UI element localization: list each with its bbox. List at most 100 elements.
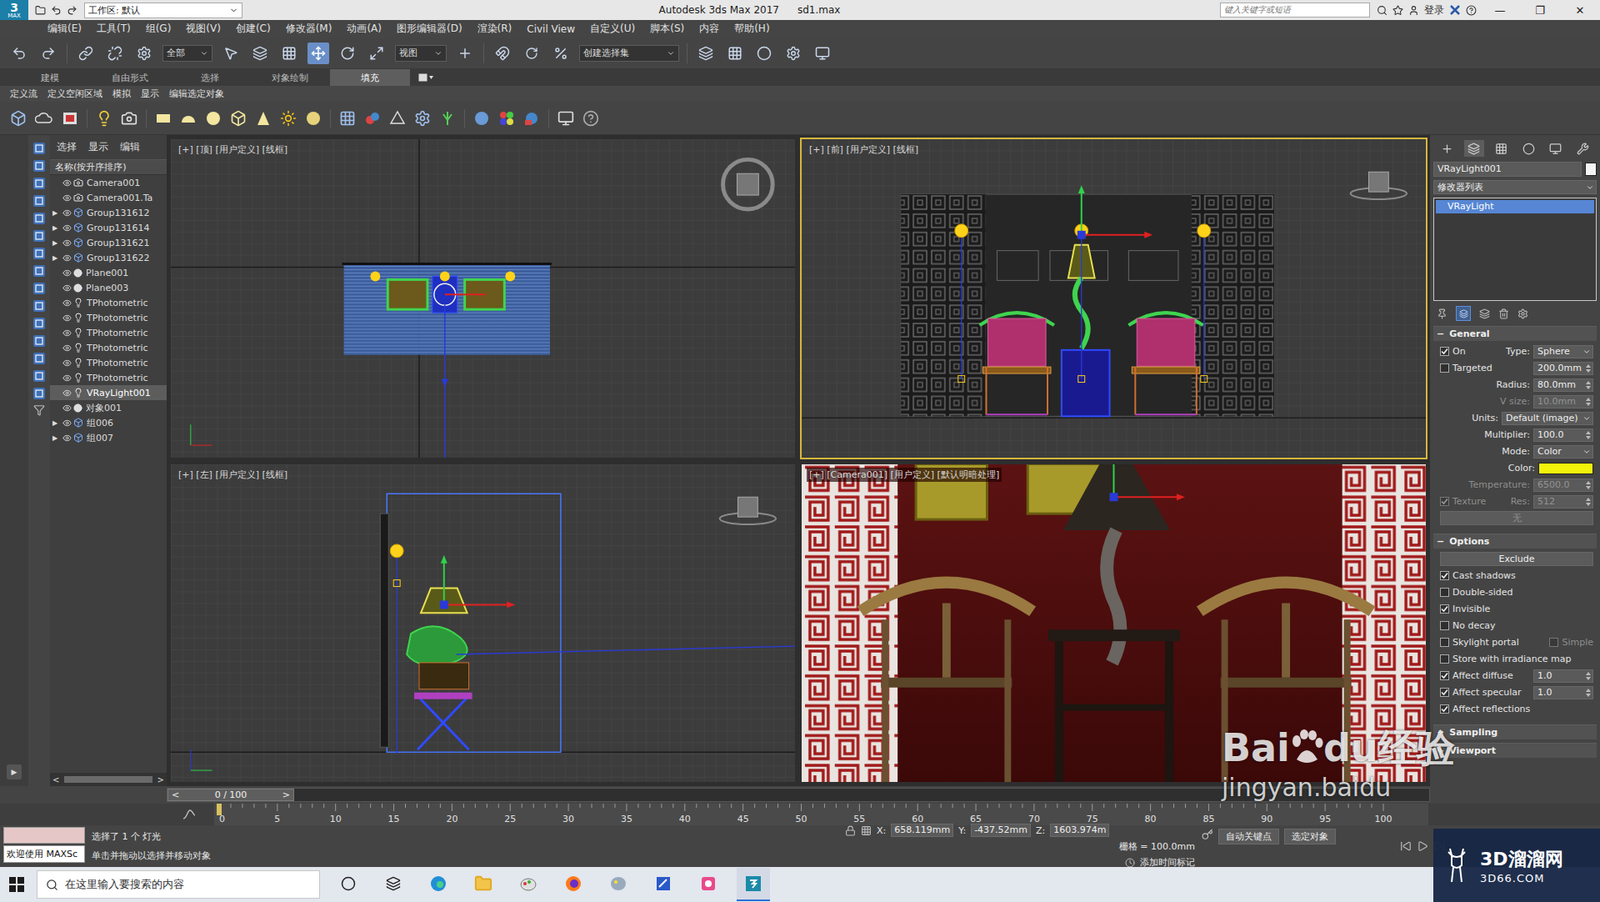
app-logo[interactable]: 3MAX xyxy=(0,0,29,20)
viewport[interactable]: [+] [Camera001] [用户定义] [默认明暗处理] xyxy=(800,462,1428,785)
binoculars-icon[interactable] xyxy=(1376,5,1388,16)
firefox-icon[interactable] xyxy=(564,874,583,893)
link-button[interactable] xyxy=(75,42,97,65)
spinner-arrows-icon[interactable] xyxy=(1585,363,1591,374)
end-result-icon[interactable] xyxy=(1459,309,1469,319)
checkbox-box[interactable] xyxy=(1440,363,1450,373)
sphere-icon[interactable] xyxy=(205,110,222,127)
camera-icon[interactable] xyxy=(120,110,138,127)
settings-icon[interactable] xyxy=(414,110,431,127)
paint-button[interactable] xyxy=(511,867,545,901)
viewport[interactable]: [+] [左] [用户定义] [线框] xyxy=(169,462,797,785)
viewport-label[interactable]: [+] [顶] [用户定义] [线框] xyxy=(175,142,290,157)
dome-icon[interactable] xyxy=(180,110,197,127)
material-button[interactable] xyxy=(753,42,775,65)
explorer-filter-icon[interactable] xyxy=(32,281,46,295)
explorer-scrollbar[interactable]: <> xyxy=(50,772,167,786)
eye-icon[interactable] xyxy=(62,418,72,428)
unlink-icon[interactable] xyxy=(107,45,123,61)
ribbon-panel[interactable]: 定义空闲区域 xyxy=(42,87,108,100)
curve-icon[interactable] xyxy=(727,45,743,61)
display-tab[interactable] xyxy=(1545,140,1566,157)
unique-icon[interactable] xyxy=(1479,308,1490,320)
menu-item[interactable]: 组(G) xyxy=(138,21,180,36)
eye-icon[interactable] xyxy=(62,268,72,278)
explorer-row[interactable]: TPhotometric xyxy=(50,325,167,340)
render-setup-icon[interactable] xyxy=(785,45,801,61)
explorer-row[interactable]: ▶Group131614 xyxy=(50,220,167,235)
transform-mode-icon[interactable] xyxy=(860,825,872,836)
curve-icon[interactable] xyxy=(182,808,196,820)
spinner-field[interactable]: 1.0 xyxy=(1533,669,1594,683)
menu-item[interactable]: 脚本(S) xyxy=(642,21,692,36)
checkbox[interactable]: Simple xyxy=(1549,636,1594,648)
checkbox-box[interactable] xyxy=(1440,346,1450,356)
menu-item[interactable]: 渲染(R) xyxy=(470,21,520,36)
motion-icon[interactable] xyxy=(1522,142,1535,155)
explorer-filter-icon[interactable] xyxy=(32,229,46,243)
stack-item[interactable]: VRayLight xyxy=(1435,200,1595,214)
spinner-arrows-icon[interactable] xyxy=(1585,480,1591,490)
column-header[interactable]: 名称(按升序排序) xyxy=(50,159,167,175)
explorer-filter-icon[interactable] xyxy=(32,334,46,348)
ribbon-tab[interactable]: 建模 xyxy=(10,69,90,86)
eye-icon[interactable] xyxy=(62,343,72,353)
ball-icon[interactable] xyxy=(305,110,322,127)
eye-icon[interactable] xyxy=(62,373,72,383)
dropdown-arrow-icon[interactable] xyxy=(1582,347,1591,356)
checkbox[interactable]: Store with irradiance map xyxy=(1440,653,1572,665)
bind-icon[interactable] xyxy=(136,45,152,61)
scene-icon[interactable] xyxy=(523,110,540,127)
windows-start-icon[interactable] xyxy=(8,875,25,893)
dropdown-arrow-icon[interactable] xyxy=(1582,414,1591,423)
notes-button[interactable] xyxy=(646,867,680,901)
object-color[interactable] xyxy=(1585,162,1597,176)
viewport-scene-icon[interactable] xyxy=(801,464,1426,783)
edge-icon[interactable] xyxy=(429,874,448,893)
curve-editor-button[interactable] xyxy=(724,42,746,65)
key-icon[interactable] xyxy=(1201,828,1214,840)
spinner-field[interactable]: 100.0 xyxy=(1533,428,1594,442)
eye-icon[interactable] xyxy=(62,403,72,413)
frame-buffer-icon[interactable] xyxy=(557,110,575,127)
window-control[interactable]: ❐ xyxy=(1523,4,1557,17)
explorer-filter-icon[interactable] xyxy=(32,159,46,173)
select-field[interactable]: Default (image) xyxy=(1501,411,1594,425)
expand-arrow[interactable]: ▶ xyxy=(52,434,61,442)
explorer-row[interactable]: TPhotometric xyxy=(50,370,167,385)
eye-icon[interactable] xyxy=(62,298,72,308)
teapot-light-icon[interactable] xyxy=(230,110,247,127)
explorer-filter-icon[interactable] xyxy=(32,386,46,400)
menu-item[interactable]: 动画(A) xyxy=(339,21,390,36)
move-icon[interactable] xyxy=(310,45,326,61)
coord-field[interactable]: 658.119mm xyxy=(890,823,954,837)
eye-icon[interactable] xyxy=(62,328,72,338)
ribbon-tab[interactable]: 对象绘制 xyxy=(250,69,330,86)
expand-arrow[interactable]: ▶ xyxy=(52,254,61,262)
explorer-row[interactable]: TPhotometric xyxy=(50,310,167,325)
prev-frame[interactable]: < xyxy=(171,789,180,800)
region-button[interactable] xyxy=(278,42,300,65)
cortana-icon[interactable] xyxy=(340,875,356,891)
multi-material-icon[interactable] xyxy=(498,110,515,127)
undo-icon[interactable] xyxy=(50,5,62,16)
eye-icon[interactable] xyxy=(62,283,72,293)
snap-button[interactable] xyxy=(491,42,514,65)
checkbox-box[interactable] xyxy=(1549,637,1559,647)
ribbon-panel[interactable]: 显示 xyxy=(135,87,165,100)
firefox-button[interactable] xyxy=(556,867,590,901)
help-icon[interactable] xyxy=(582,110,600,127)
help-icon[interactable] xyxy=(1465,5,1477,16)
angle-snap-button[interactable] xyxy=(520,42,543,65)
spinner-arrows-icon[interactable] xyxy=(1585,396,1591,407)
checkbox-box[interactable] xyxy=(1440,687,1450,697)
key-filter-dropdown[interactable]: 选定对象 xyxy=(1284,828,1336,845)
move-gizmo-icon[interactable] xyxy=(1077,185,1153,240)
filter-icon[interactable] xyxy=(33,404,45,416)
modify-icon[interactable] xyxy=(1467,142,1480,155)
redo-icon[interactable] xyxy=(40,45,56,61)
eye-icon[interactable] xyxy=(62,358,72,368)
image-app-button[interactable] xyxy=(691,867,725,901)
viewport-scene-icon[interactable] xyxy=(170,464,795,783)
viewcube-icon[interactable] xyxy=(1350,171,1408,200)
